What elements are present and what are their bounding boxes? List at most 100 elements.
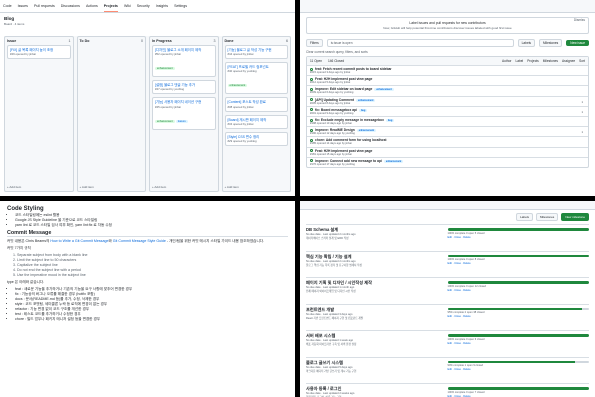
issue-meta: #176 opened 17 days ago by yooblog bbox=[310, 162, 355, 166]
milestone-row: 서버 배포 시스템 No due date · Last updated 1 we… bbox=[306, 330, 589, 357]
progress-fill bbox=[447, 254, 589, 258]
issue-row[interactable]: Improve: Edit sidebar on board page enhan… bbox=[307, 85, 588, 95]
open-issue-icon bbox=[310, 159, 313, 163]
issue-card[interactable]: [FEAT] 프로필 카드 컴포넌트 #40 opened by yooblog e… bbox=[224, 62, 288, 95]
filter-menu-assignee[interactable]: Assignee bbox=[562, 59, 575, 63]
add-item-button[interactable]: + Add item bbox=[225, 185, 239, 189]
milestone-progress: 100% complete 0 open 12 closed Edit · Clo… bbox=[447, 280, 590, 302]
add-item-button[interactable]: + Add item bbox=[7, 185, 21, 189]
issue-search-input[interactable]: is:issue is:open bbox=[326, 39, 514, 47]
column-count: 0 bbox=[141, 39, 143, 43]
milestone-progress: 100% complete 0 open 5 closed Edit · Clos… bbox=[447, 227, 590, 249]
issue-card[interactable]: [FIX] 글 목록 페이지 높이 조정 #49 opened by jinbai bbox=[7, 45, 71, 60]
issue-row[interactable]: [API] Updating Comment enhancement #205 op… bbox=[307, 95, 588, 106]
issue-row[interactable]: Improve: Connect add new message to api e… bbox=[307, 156, 588, 167]
comment-count[interactable]: 1 bbox=[581, 110, 583, 114]
issue-card[interactable]: [기능] 블로그 글 작성 기능 구현 #44 opened by jinbai bbox=[224, 45, 288, 60]
issue-label: bug bbox=[385, 118, 395, 122]
issue-row[interactable]: fix: Board messagebox api bug #201 opened … bbox=[307, 105, 588, 116]
milestone-row: 프런트엔드 개발 No due date · Last updated 3 day… bbox=[306, 303, 590, 331]
chris-beams-link[interactable]: How to Write a Git Commit Message bbox=[50, 239, 108, 243]
tab-settings[interactable]: Settings bbox=[174, 4, 187, 12]
issue-card[interactable]: [설정] 블로그 댓글 기능 추가 #47 opened by yooblog bbox=[152, 80, 216, 95]
board-columns: Issue 1 [FIX] 글 목록 페이지 높이 조정 #49 opened by … bbox=[4, 36, 291, 192]
issue-title[interactable]: Feat: H2H implement post view page bbox=[315, 149, 372, 153]
issue-title[interactable]: [API] Updating Comment bbox=[315, 98, 354, 102]
issue-card[interactable]: [디자인] 블로그 소개 페이지 제작 #52 opened by jinbai e… bbox=[152, 45, 216, 78]
milestone-actions[interactable]: Edit · Close · Delete bbox=[448, 342, 590, 345]
readme-content: Code Styling 코드 스타일링에는 eslint 활용Google J… bbox=[0, 201, 295, 327]
filter-menu-milestones[interactable]: Milestones bbox=[543, 59, 558, 63]
issue-card[interactable]: [Board] 게시판 페이지 제작 #34 opened by jinbai bbox=[224, 114, 288, 129]
milestone-actions[interactable]: Edit · Close · Delete bbox=[448, 315, 590, 318]
filter-menu-sort[interactable]: Sort bbox=[579, 59, 585, 63]
tab-insights[interactable]: Insights bbox=[156, 4, 168, 12]
percent-complete: 95% complete bbox=[447, 311, 464, 315]
tab-security[interactable]: Security bbox=[137, 4, 150, 12]
dismiss-button[interactable]: Dismiss bbox=[574, 18, 585, 22]
filter-menu-label[interactable]: Label bbox=[515, 59, 523, 63]
percent-complete: 100% complete bbox=[447, 337, 466, 341]
board-column: In Progress 3 [디자인] 블로그 소개 페이지 제작 #52 opene… bbox=[149, 36, 219, 192]
closed-count: 7 closed bbox=[474, 390, 485, 394]
milestone-toolbar-button[interactable]: New milestone bbox=[561, 213, 589, 221]
clear-filters-link[interactable]: Clear current search query, filters, and… bbox=[300, 48, 595, 56]
comment-count[interactable]: 1 bbox=[581, 130, 583, 134]
milestone-actions[interactable]: Edit · Close · Delete bbox=[448, 262, 590, 265]
closed-count: 38 closed bbox=[473, 311, 485, 315]
milestone-row: 핵심 기능 확립 / 기능 설계 No due date · Last updat… bbox=[306, 250, 590, 278]
tab-code[interactable]: Code bbox=[3, 4, 12, 12]
closed-issues-tab[interactable]: 146 Closed bbox=[328, 59, 344, 63]
progress-fill bbox=[447, 334, 589, 337]
milestone-description: 배포 자동화 파이프라인 구축 및 서버 환경 설정 bbox=[306, 343, 357, 346]
issue-row[interactable]: Improve: ReadME Design enhancement #190 op… bbox=[307, 126, 588, 136]
card-meta: #34 opened by jinbai bbox=[227, 121, 254, 126]
milestone-toolbar-button[interactable]: Milestones bbox=[535, 213, 559, 221]
tab-actions[interactable]: Actions bbox=[86, 4, 98, 12]
filters-button[interactable]: Filters bbox=[306, 39, 323, 47]
open-issues-tab[interactable]: 11 Open bbox=[310, 59, 322, 63]
new-issue-button[interactable]: New issue bbox=[566, 40, 589, 46]
progress-bar bbox=[447, 334, 589, 337]
tab-discussions[interactable]: Discussions bbox=[61, 4, 80, 12]
issue-row[interactable]: Feat: H2H implement post view page #212 o… bbox=[307, 75, 588, 85]
milestone-actions[interactable]: Edit · Close · Delete bbox=[448, 289, 590, 292]
issue-card[interactable]: [기능] 사용자 페이지 네이션 구현 #45 opened by jinbai e… bbox=[152, 97, 216, 130]
tab-issues[interactable]: Issues bbox=[18, 4, 28, 12]
tab-projects[interactable]: Projects bbox=[103, 4, 118, 12]
issue-row[interactable]: fix: Exclude empty message in messagebox… bbox=[307, 115, 588, 126]
progress-bar bbox=[447, 387, 589, 390]
project-board-screen: Code Issues Pull requests Discussions Action… bbox=[0, 0, 295, 196]
milestone-toolbar-button[interactable]: Labels bbox=[516, 213, 533, 221]
tab-wiki[interactable]: Wiki bbox=[124, 4, 131, 12]
issue-meta: #205 opened 8 days ago by jinbai bbox=[310, 101, 351, 105]
column-count: 6 bbox=[286, 39, 288, 43]
progress-fill bbox=[447, 307, 582, 311]
style-guide-link[interactable]: Git Commit Message Style Guide bbox=[113, 239, 166, 243]
project-header: Blog Board · 4 items bbox=[0, 13, 295, 29]
issue-label: enhancement bbox=[356, 129, 377, 133]
progress-bar bbox=[447, 254, 589, 258]
milestone-actions[interactable]: Edit · Close · Delete bbox=[448, 368, 590, 371]
column-count: 1 bbox=[68, 39, 71, 43]
issue-row[interactable]: Feat: H2H implement post view page #181 o… bbox=[307, 146, 588, 157]
milestones-button[interactable]: Milestones bbox=[539, 39, 563, 47]
issue-row[interactable]: feat: Fetch recent commit posts to board… bbox=[307, 65, 588, 75]
tab-pull-requests[interactable]: Pull requests bbox=[34, 4, 55, 12]
closed-count: 6 closed bbox=[474, 337, 485, 341]
issue-card[interactable]: [Style] CSS 변수 정리 #29 opened by yooblog bbox=[224, 131, 288, 147]
comment-count[interactable]: 1 bbox=[581, 100, 583, 104]
open-issue-icon bbox=[310, 108, 313, 112]
closed-count: 8 closed bbox=[474, 258, 485, 262]
filter-menu-projects[interactable]: Projects bbox=[527, 59, 539, 63]
intro-text: 커밋 내용은 Chris Beams의 bbox=[7, 239, 51, 243]
add-item-button[interactable]: + Add item bbox=[152, 185, 166, 189]
commit-types-list: feat : 새로운 기능을 추가하거나 기존의 기능을 요구 사항에 맞추어 … bbox=[7, 287, 288, 322]
add-item-button[interactable]: + Add item bbox=[80, 185, 94, 189]
label-badge: enhancement bbox=[227, 84, 248, 88]
issue-card[interactable]: [Content] 포스트 작성 완료 #38 opened by jinbai bbox=[224, 97, 288, 112]
filter-menu-author[interactable]: Author bbox=[502, 59, 511, 63]
milestone-actions[interactable]: Edit · Close · Delete bbox=[448, 236, 590, 239]
labels-button[interactable]: Labels bbox=[517, 39, 536, 47]
issue-row[interactable]: chore: Add comment form for using localh… bbox=[307, 136, 588, 146]
